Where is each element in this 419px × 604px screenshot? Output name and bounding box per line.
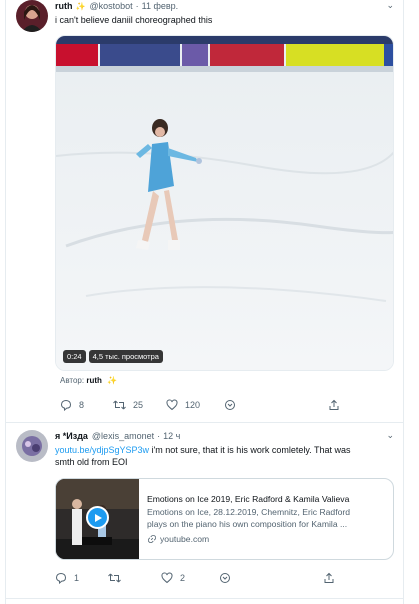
- card-text: Emotions on Ice 2019, Eric Radford & Kam…: [147, 493, 387, 545]
- reply-count: 1: [74, 573, 80, 583]
- video-player[interactable]: 0:24 4,5 тыс. просмотра: [55, 35, 394, 371]
- user-handle[interactable]: @kostobot: [89, 1, 132, 11]
- tweet-text: i can't believe daniil choreographed thi…: [55, 15, 213, 25]
- share-icon: [329, 399, 339, 410]
- card-domain: youtube.com: [147, 533, 387, 546]
- separator: ·: [157, 431, 161, 441]
- tweet-divider: [5, 422, 404, 423]
- reply-icon: [60, 399, 72, 411]
- play-icon[interactable]: [86, 506, 109, 529]
- separator: ·: [135, 1, 139, 11]
- more-caret-icon[interactable]: ⌄: [386, 430, 394, 441]
- retweet-icon: [108, 573, 121, 583]
- more-caret-icon[interactable]: ⌄: [386, 0, 394, 11]
- link-icon: [148, 534, 156, 543]
- like-icon: [166, 399, 178, 411]
- author-label: Автор:: [60, 376, 85, 385]
- retweet-button[interactable]: [108, 572, 161, 584]
- tweet-header: я *Изда @lexis_amonet · 12 ч: [55, 430, 180, 442]
- user-handle[interactable]: @lexis_amonet: [92, 431, 154, 441]
- share-icon: [324, 572, 334, 583]
- reply-button[interactable]: 8: [60, 399, 113, 411]
- avatar[interactable]: [16, 0, 48, 32]
- tweet-date[interactable]: 11 февр.: [142, 1, 179, 11]
- tweet-text: youtu.be/ydjpSgYSP3w i'm not sure, that …: [55, 444, 395, 468]
- card-thumbnail: [56, 479, 139, 559]
- video-overlay: 0:24 4,5 тыс. просмотра: [63, 350, 163, 363]
- share-button[interactable]: [328, 399, 340, 411]
- like-count: 2: [180, 573, 186, 583]
- card-description-line1: Emotions on Ice, 28.12.2019, Chemnitz, E…: [147, 506, 351, 517]
- tweet-divider: [5, 598, 404, 599]
- tweet-actions: 1 2: [55, 572, 335, 584]
- video-author: Автор: ruth ✨: [60, 376, 117, 385]
- link-card[interactable]: Emotions on Ice 2019, Eric Radford & Kam…: [55, 478, 394, 560]
- like-button[interactable]: 2: [161, 572, 219, 584]
- analytics-button[interactable]: [219, 572, 323, 584]
- card-description-line2: plays on the piano his own composition f…: [147, 519, 348, 529]
- share-button[interactable]: [323, 572, 335, 584]
- author-name[interactable]: ruth: [86, 376, 102, 385]
- avatar[interactable]: [16, 430, 48, 462]
- tweet-ruth[interactable]: ruth ✨ @kostobot · 11 февр. ⌄ i can't be…: [5, 0, 404, 420]
- reply-button[interactable]: 1: [55, 572, 108, 584]
- reply-icon: [55, 572, 67, 584]
- display-name[interactable]: я *Изда: [55, 431, 88, 441]
- bookmark-circle-icon: [225, 400, 235, 410]
- retweet-button[interactable]: 25: [113, 399, 166, 411]
- reply-count: 8: [79, 400, 85, 410]
- tweet-link[interactable]: youtu.be/ydjpSgYSP3w: [55, 445, 149, 455]
- like-count: 120: [185, 400, 201, 410]
- tweet-header: ruth ✨ @kostobot · 11 февр.: [55, 0, 178, 12]
- bookmark-circle-icon: [220, 573, 230, 583]
- display-name[interactable]: ruth: [55, 1, 73, 11]
- video-views: 4,5 тыс. просмотра: [88, 350, 163, 363]
- like-icon: [161, 572, 173, 584]
- analytics-button[interactable]: [224, 399, 328, 411]
- tweet-text-line2: smth old from EOI: [55, 457, 128, 467]
- sparkle-icon: ✨: [75, 1, 86, 11]
- tweet-text-line1: i'm not sure, that it is his work comlet…: [149, 445, 351, 455]
- video-duration: 0:24: [63, 350, 86, 363]
- card-title: Emotions on Ice 2019, Eric Radford & Kam…: [147, 494, 350, 504]
- sparkle-icon: ✨: [107, 376, 118, 385]
- like-button[interactable]: 120: [166, 399, 224, 411]
- tweet-actions: 8 25 120: [60, 399, 340, 411]
- card-domain-text: youtube.com: [160, 533, 210, 544]
- tweet-date[interactable]: 12 ч: [163, 431, 180, 441]
- retweet-count: 25: [133, 400, 144, 410]
- retweet-icon: [113, 400, 126, 410]
